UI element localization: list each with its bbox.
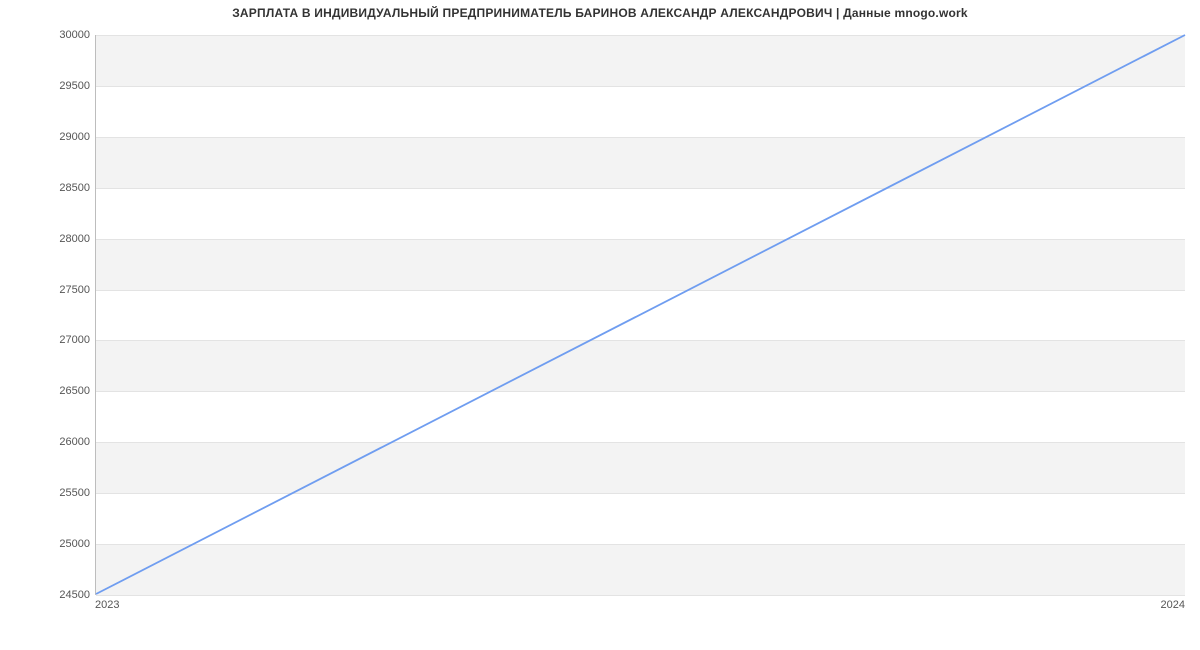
y-tick-label: 24500 — [30, 589, 90, 601]
y-tick-label: 26500 — [30, 385, 90, 397]
y-tick-label: 29000 — [30, 131, 90, 143]
y-tick-label: 25000 — [30, 538, 90, 550]
line-layer — [96, 35, 1185, 594]
x-tick-end: 2024 — [1161, 599, 1185, 611]
y-tick-label: 29500 — [30, 80, 90, 92]
y-tick-label: 28500 — [30, 182, 90, 194]
chart-container: ЗАРПЛАТА В ИНДИВИДУАЛЬНЫЙ ПРЕДПРИНИМАТЕЛ… — [0, 0, 1200, 650]
y-tick-label: 27500 — [30, 284, 90, 296]
y-tick-label: 28000 — [30, 233, 90, 245]
y-tick-label: 25500 — [30, 487, 90, 499]
grid-line — [96, 595, 1185, 596]
x-tick-start: 2023 — [95, 599, 119, 611]
data-line — [96, 35, 1185, 594]
y-tick-label: 30000 — [30, 29, 90, 41]
chart-title: ЗАРПЛАТА В ИНДИВИДУАЛЬНЫЙ ПРЕДПРИНИМАТЕЛ… — [0, 6, 1200, 20]
plot-area — [95, 35, 1185, 595]
y-tick-label: 26000 — [30, 436, 90, 448]
y-tick-label: 27000 — [30, 334, 90, 346]
